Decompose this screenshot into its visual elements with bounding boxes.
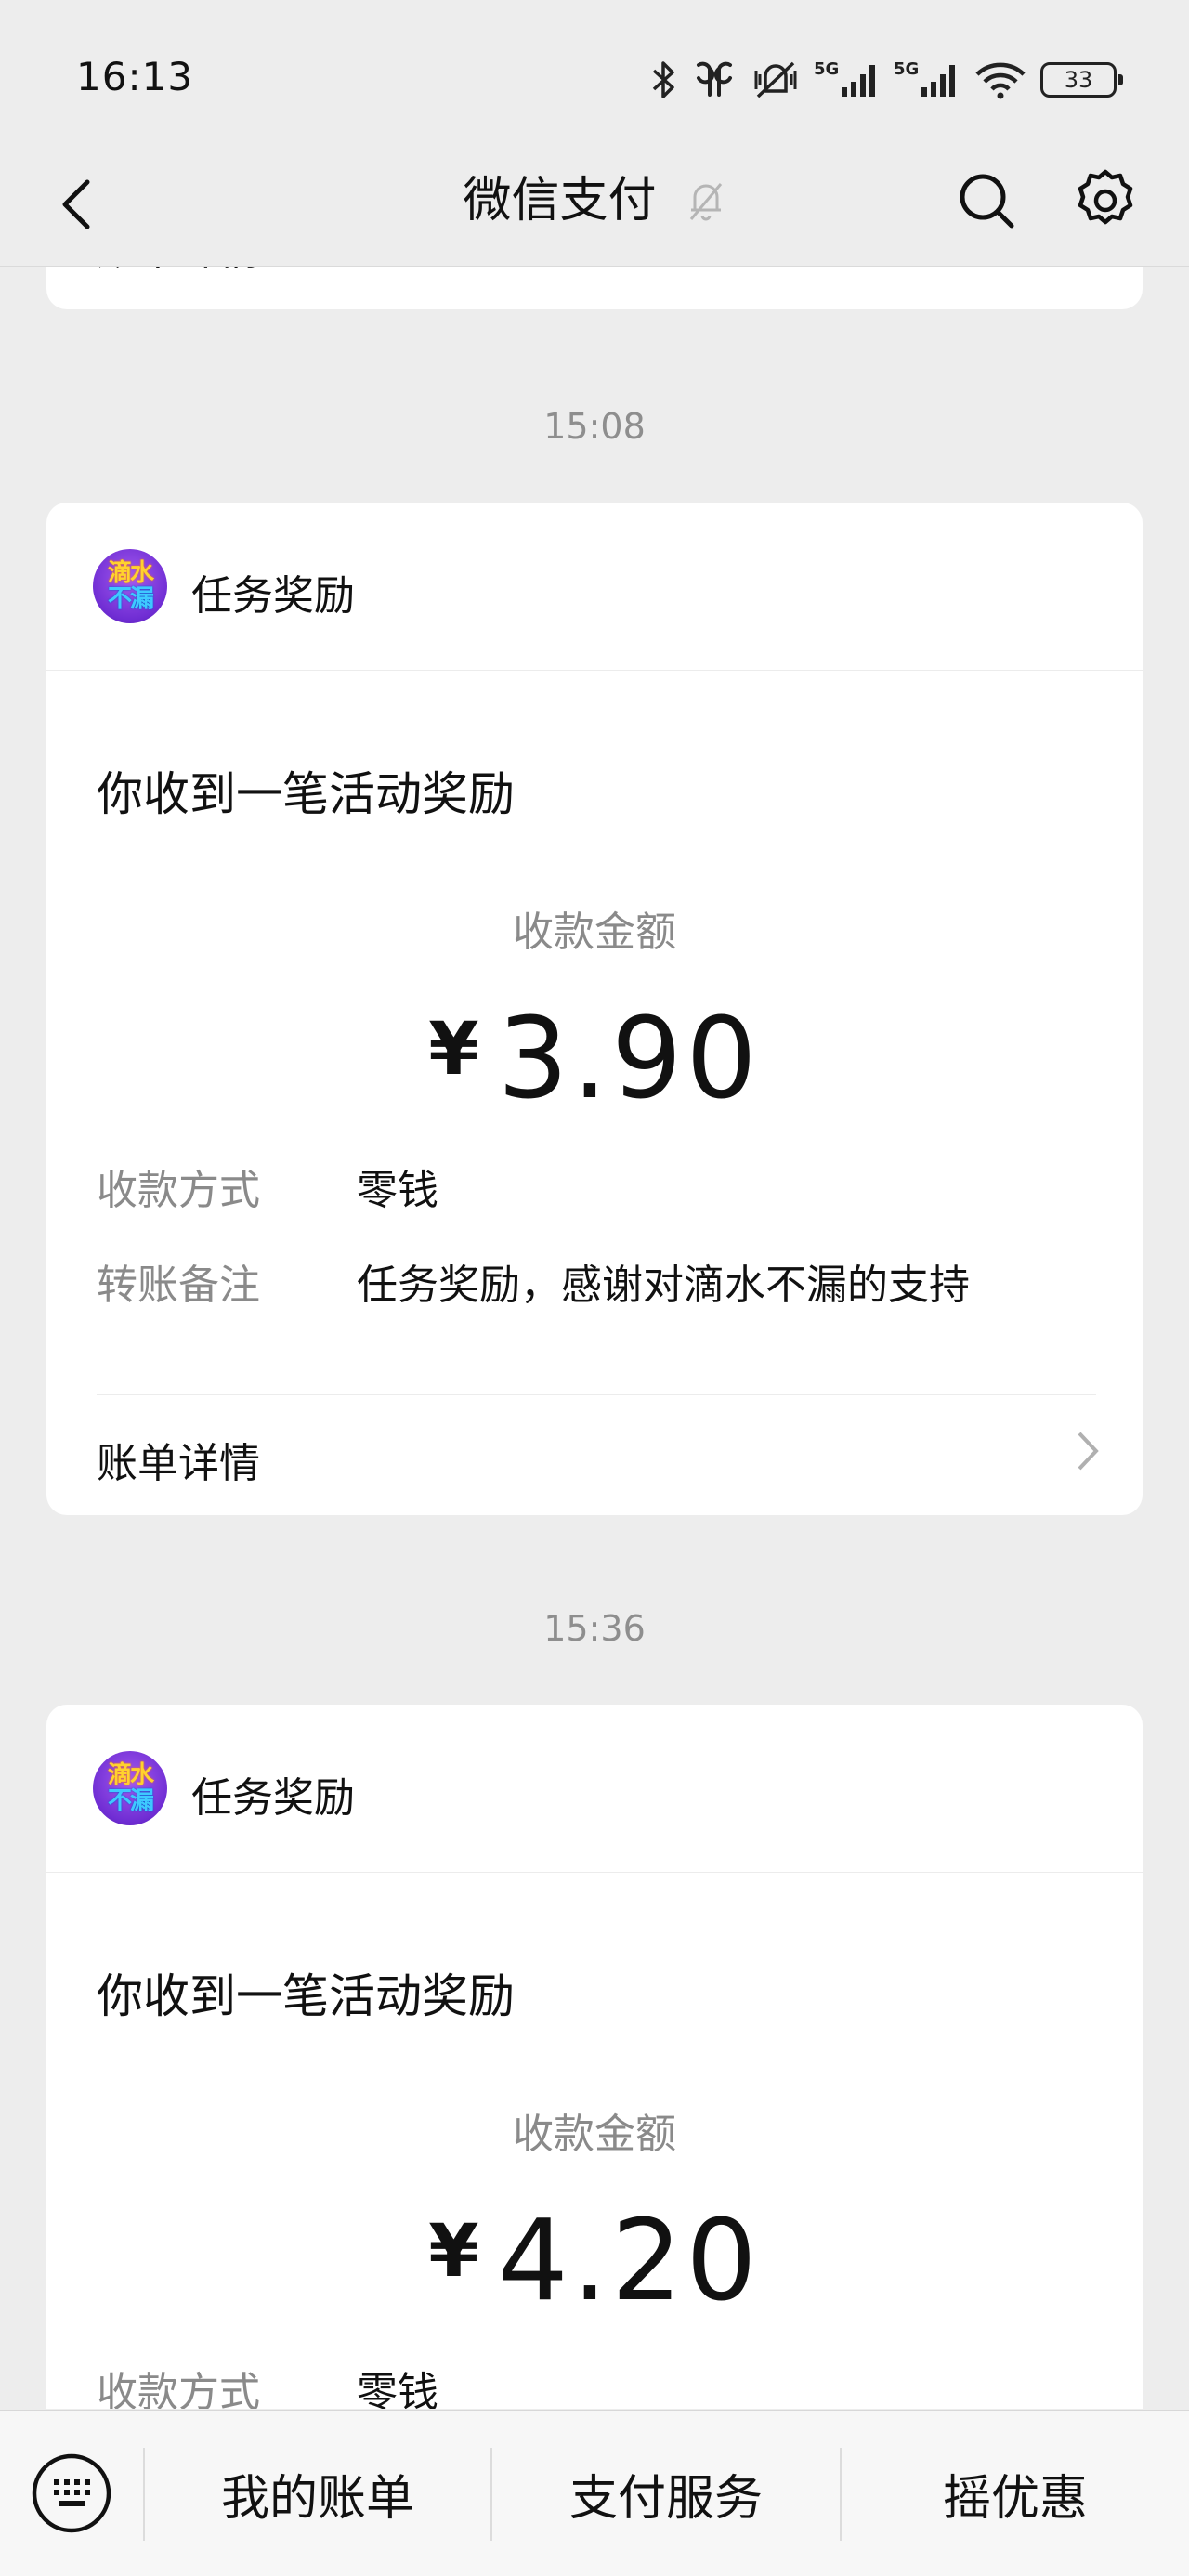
search-icon [960, 174, 1014, 229]
sender-name: 任务奖励 [191, 1774, 355, 1822]
svg-text:5G: 5G [814, 59, 839, 79]
signal-5g-icon: 5G [894, 59, 955, 97]
payment-method-value: 零钱 [357, 2369, 438, 2409]
message-list[interactable]: 账单详情 15:08 滴水 不漏 任务奖励 你收到一笔活动奖励 收款金额 ¥3.… [0, 267, 1189, 2409]
status-time: 16:13 [76, 54, 194, 99]
nav-bar: 微信支付 [0, 139, 1189, 267]
card-header[interactable]: 滴水 不漏 任务奖励 [46, 503, 1143, 671]
sender-name: 任务奖励 [191, 572, 355, 620]
payment-method-label: 收款方式 [97, 2369, 260, 2409]
page-title: 微信支付 [463, 173, 657, 229]
amount: ¥4.20 [46, 2197, 1143, 2326]
bill-detail-row[interactable]: 账单详情 [46, 1396, 1143, 1508]
bluetooth-icon [652, 61, 674, 98]
svg-text:5G: 5G [894, 59, 919, 79]
bottom-menu-bar: 我的账单 支付服务 摇优惠 [0, 2410, 1189, 2576]
logo-text-line: 不漏 [107, 585, 154, 613]
bell-muted-icon [689, 183, 722, 221]
message-card[interactable]: 滴水 不漏 任务奖励 你收到一笔活动奖励 收款金额 ¥4.20 收款方式 零钱 [46, 1705, 1143, 2409]
keyboard-toggle-button[interactable] [28, 2450, 115, 2537]
menu-shake-discounts[interactable]: 摇优惠 [842, 2411, 1189, 2576]
sender-avatar: 滴水 不漏 [93, 1751, 167, 1825]
payment-method-label: 收款方式 [97, 1167, 260, 1214]
amount-value: 4.20 [497, 2197, 761, 2326]
battery-icon: 33 [1040, 62, 1123, 98]
amount-label: 收款金额 [513, 2111, 676, 2158]
timestamp: 15:08 [543, 406, 646, 447]
gear-icon [1078, 169, 1133, 225]
logo-text-line: 滴水 [107, 559, 154, 587]
settings-button[interactable] [1068, 163, 1143, 238]
payment-method-value: 零钱 [357, 1167, 438, 1214]
message-card[interactable]: 滴水 不漏 任务奖励 你收到一笔活动奖励 收款金额 ¥3.90 收款方式 零钱 … [46, 503, 1143, 1515]
bill-detail-label: 账单详情 [97, 1440, 260, 1487]
timestamp: 15:36 [543, 1608, 646, 1649]
amount: ¥3.90 [46, 995, 1143, 1124]
mute-vibrate-icon [754, 61, 797, 98]
search-button[interactable] [949, 163, 1024, 238]
sender-avatar: 滴水 不漏 [93, 549, 167, 623]
menu-my-bills[interactable]: 我的账单 [145, 2411, 490, 2576]
message-title: 你收到一笔活动奖励 [97, 1969, 515, 2023]
menu-payment-services[interactable]: 支付服务 [492, 2411, 840, 2576]
remark-value: 任务奖励，感谢对滴水不漏的支持 [357, 1262, 970, 1309]
chevron-right-icon [1078, 1432, 1099, 1471]
earbuds-icon [697, 61, 732, 97]
logo-text-line: 滴水 [107, 1761, 154, 1789]
battery-level: 33 [1064, 67, 1093, 93]
card-header[interactable]: 滴水 不漏 任务奖励 [46, 1705, 1143, 1873]
bill-detail-label: 账单详情 [97, 267, 260, 276]
currency-symbol: ¥ [428, 2210, 479, 2294]
amount-value: 3.90 [497, 995, 761, 1124]
remark-label: 转账备注 [97, 1262, 260, 1309]
status-bar: 16:13 5G 5G 33 [0, 0, 1189, 139]
currency-symbol: ¥ [428, 1008, 479, 1092]
status-icons: 5G 5G 33 [650, 52, 1123, 108]
message-title: 你收到一笔活动奖励 [97, 767, 515, 821]
message-card-partial[interactable]: 账单详情 [46, 267, 1143, 309]
signal-5g-icon: 5G [814, 59, 875, 97]
logo-text-line: 不漏 [107, 1787, 154, 1815]
keyboard-icon [32, 2453, 111, 2533]
divider [97, 1394, 1096, 1395]
wifi-icon [975, 62, 1026, 99]
amount-label: 收款金额 [513, 909, 676, 956]
